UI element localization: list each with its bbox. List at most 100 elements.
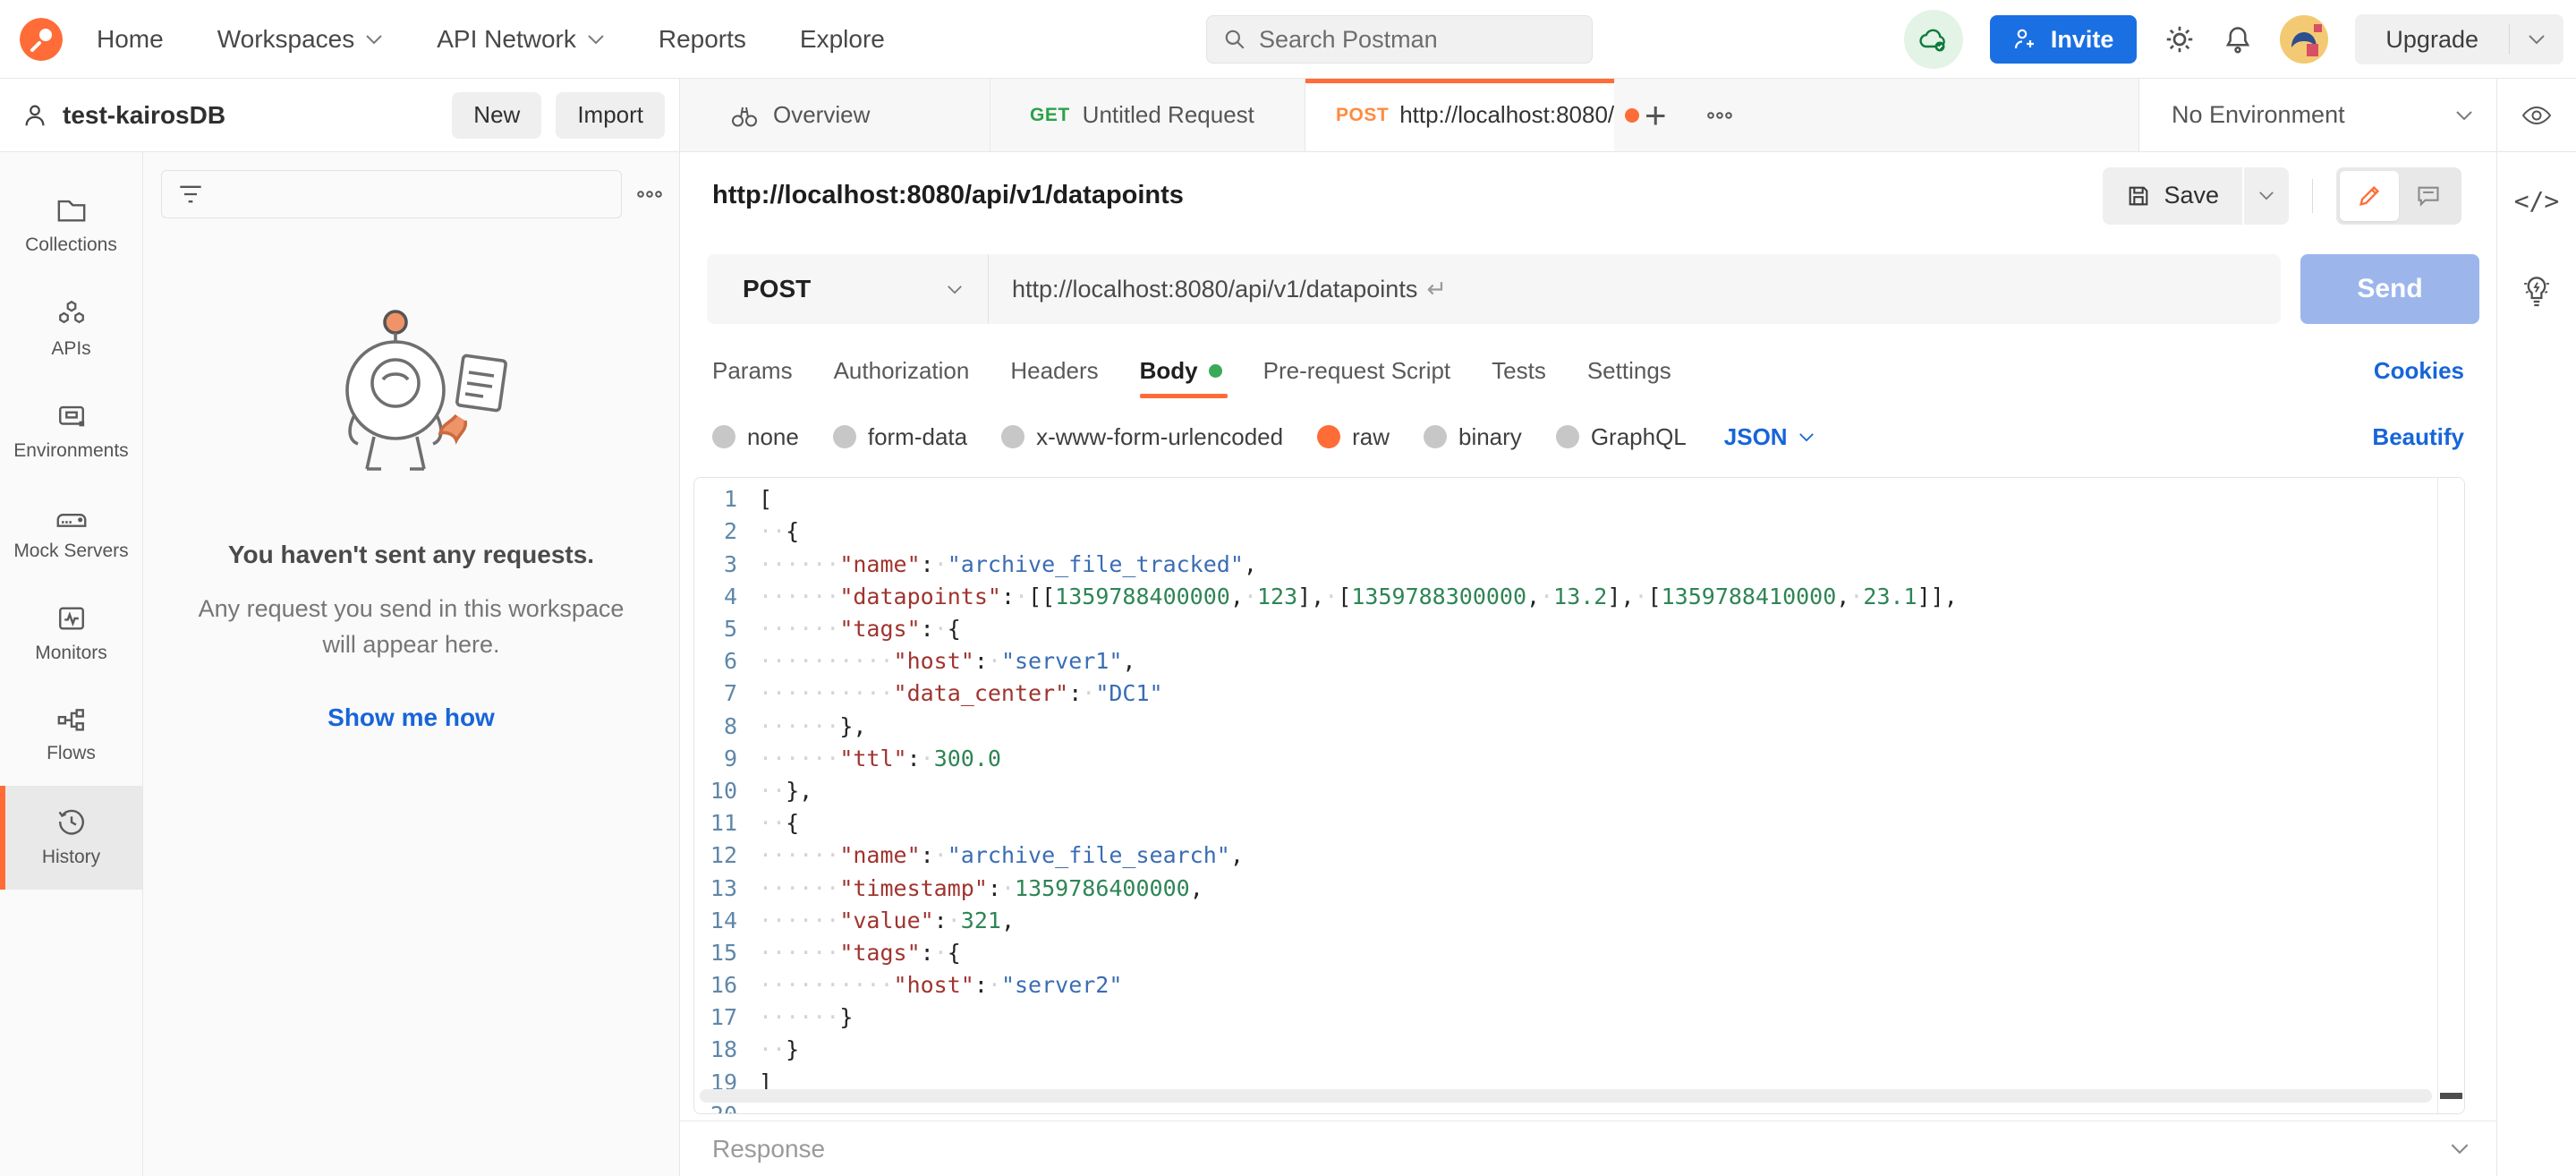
more-options-icon[interactable]: [1706, 111, 1733, 120]
body-mode-row: none form-data x-www-form-urlencoded raw…: [680, 404, 2496, 472]
code-line: 16··········"host":·"server2": [694, 969, 2464, 1001]
code-line: 9······"ttl":·300.0: [694, 743, 2464, 775]
mode-x-www-form-urlencoded[interactable]: x-www-form-urlencoded: [1001, 423, 1283, 451]
astronaut-illustration: [295, 304, 528, 510]
code-text: ······"name":·"archive_file_search",: [759, 839, 1244, 872]
send-button[interactable]: Send: [2300, 254, 2479, 324]
code-line: 2··{: [694, 516, 2464, 548]
expand-response-button[interactable]: [2450, 1143, 2470, 1155]
mode-form-data[interactable]: form-data: [833, 423, 967, 451]
history-icon: [56, 807, 87, 836]
line-number: 4: [694, 581, 759, 613]
line-number: 15: [694, 937, 759, 969]
more-options-icon[interactable]: [636, 190, 663, 199]
mode-raw[interactable]: raw: [1317, 423, 1390, 451]
import-button[interactable]: Import: [556, 92, 665, 139]
save-floppy-icon: [2126, 183, 2151, 209]
bell-icon: [2223, 23, 2253, 55]
chevron-down-icon: [2528, 34, 2546, 45]
radio-icon: [833, 425, 856, 448]
radio-icon: [712, 425, 735, 448]
history-filter-input[interactable]: [161, 170, 622, 218]
nav-reports[interactable]: Reports: [659, 25, 746, 54]
sidebar-item-mock-servers[interactable]: Mock Servers: [0, 483, 142, 584]
invite-button[interactable]: Invite: [1990, 15, 2138, 64]
mode-none[interactable]: none: [712, 423, 799, 451]
tab-authorization[interactable]: Authorization: [834, 339, 970, 404]
upgrade-button[interactable]: Upgrade: [2355, 26, 2509, 54]
history-empty-state: You haven't sent any requests. Any reque…: [143, 304, 679, 732]
sidebar-item-environments[interactable]: Environments: [0, 381, 142, 483]
nav-explore[interactable]: Explore: [800, 25, 885, 54]
code-snippet-button[interactable]: </>: [2514, 186, 2560, 216]
language-select[interactable]: JSON: [1724, 423, 1815, 451]
code-line: 5······"tags":·{: [694, 613, 2464, 645]
chevron-down-icon: [365, 34, 383, 45]
line-number: 2: [694, 516, 759, 548]
return-symbol: ↵: [1426, 276, 1447, 303]
tab-body[interactable]: Body: [1140, 339, 1222, 404]
save-dropdown-button[interactable]: [2244, 167, 2289, 225]
save-button[interactable]: Save: [2103, 167, 2242, 225]
code-text: ······"timestamp":·1359786400000,: [759, 873, 1203, 905]
chevron-down-icon: [2258, 191, 2274, 200]
tab-settings[interactable]: Settings: [1587, 339, 1671, 404]
postman-logo-icon[interactable]: [20, 18, 63, 61]
person-icon: [21, 102, 48, 129]
settings-gear-button[interactable]: [2164, 23, 2196, 55]
upgrade-dropdown-button[interactable]: [2510, 34, 2563, 45]
tab-overview[interactable]: Overview: [680, 79, 990, 151]
body-code-editor[interactable]: 1[2··{3······"name":·"archive_file_track…: [693, 477, 2465, 1114]
sidebar-item-monitors[interactable]: Monitors: [0, 584, 142, 686]
workspace-name[interactable]: test-kairosDB: [63, 101, 225, 130]
show-me-how-link[interactable]: Show me how: [143, 703, 679, 732]
url-bar: POST http://localhost:8080/api/v1/datapo…: [707, 254, 2281, 324]
search-icon: [1223, 28, 1246, 51]
code-line: 10··},: [694, 775, 2464, 807]
tab-params[interactable]: Params: [712, 339, 793, 404]
sync-status-button[interactable]: [1904, 10, 1963, 69]
flow-icon: [56, 707, 87, 732]
scrollbar-thumb[interactable]: [2440, 1093, 2462, 1099]
tab-tests[interactable]: Tests: [1492, 339, 1546, 404]
sidebar-item-collections[interactable]: Collections: [0, 175, 142, 277]
code-text: ······"tags":·{: [759, 613, 961, 645]
sidebar-item-flows[interactable]: Flows: [0, 686, 142, 786]
beautify-link[interactable]: Beautify: [2372, 423, 2464, 451]
request-tab-strip: Overview GET Untitled Request POST http:…: [680, 79, 2138, 151]
request-builder: http://localhost:8080/api/v1/datapoints …: [680, 152, 2496, 1176]
mode-binary[interactable]: binary: [1424, 423, 1522, 451]
tab-headers[interactable]: Headers: [1010, 339, 1098, 404]
avatar[interactable]: [2280, 15, 2328, 64]
method-select[interactable]: POST: [707, 254, 989, 324]
nav-workspaces[interactable]: Workspaces: [217, 25, 384, 54]
monitor-icon: [56, 605, 87, 632]
code-text: ··········"host":·"server1",: [759, 645, 1135, 677]
gear-icon: [2164, 23, 2196, 55]
horizontal-scrollbar[interactable]: [700, 1089, 2432, 1103]
nav-api-network[interactable]: API Network: [437, 25, 605, 54]
comments-button[interactable]: [2399, 171, 2458, 221]
tab-pre-request-script[interactable]: Pre-request Script: [1263, 339, 1451, 404]
lightbulb-bolt-icon[interactable]: [2521, 273, 2553, 309]
cookies-link[interactable]: Cookies: [2374, 357, 2464, 385]
tab-post-request-active[interactable]: POST http://localhost:8080/: [1305, 79, 1614, 151]
line-number: 17: [694, 1001, 759, 1034]
url-input[interactable]: http://localhost:8080/api/v1/datapoints↵: [989, 276, 1447, 303]
sidebar-item-history[interactable]: History: [0, 786, 142, 890]
notifications-button[interactable]: [2223, 23, 2253, 55]
search-input[interactable]: Search Postman: [1206, 15, 1593, 64]
api-icon: [56, 299, 87, 328]
new-button[interactable]: New: [452, 92, 541, 139]
code-line: 15······"tags":·{: [694, 937, 2464, 969]
code-text: ··········"data_center":·"DC1": [759, 677, 1163, 710]
code-line: 18··}: [694, 1034, 2464, 1066]
tab-untitled-request[interactable]: GET Untitled Request: [990, 79, 1305, 151]
environment-selector[interactable]: No Environment: [2138, 79, 2496, 151]
mode-graphql[interactable]: GraphQL: [1556, 423, 1687, 451]
nav-home[interactable]: Home: [97, 25, 164, 54]
sidebar-item-apis[interactable]: APIs: [0, 277, 142, 381]
environment-quick-look-button[interactable]: [2496, 79, 2576, 151]
line-number: 11: [694, 807, 759, 839]
edit-mode-button[interactable]: [2340, 171, 2399, 221]
